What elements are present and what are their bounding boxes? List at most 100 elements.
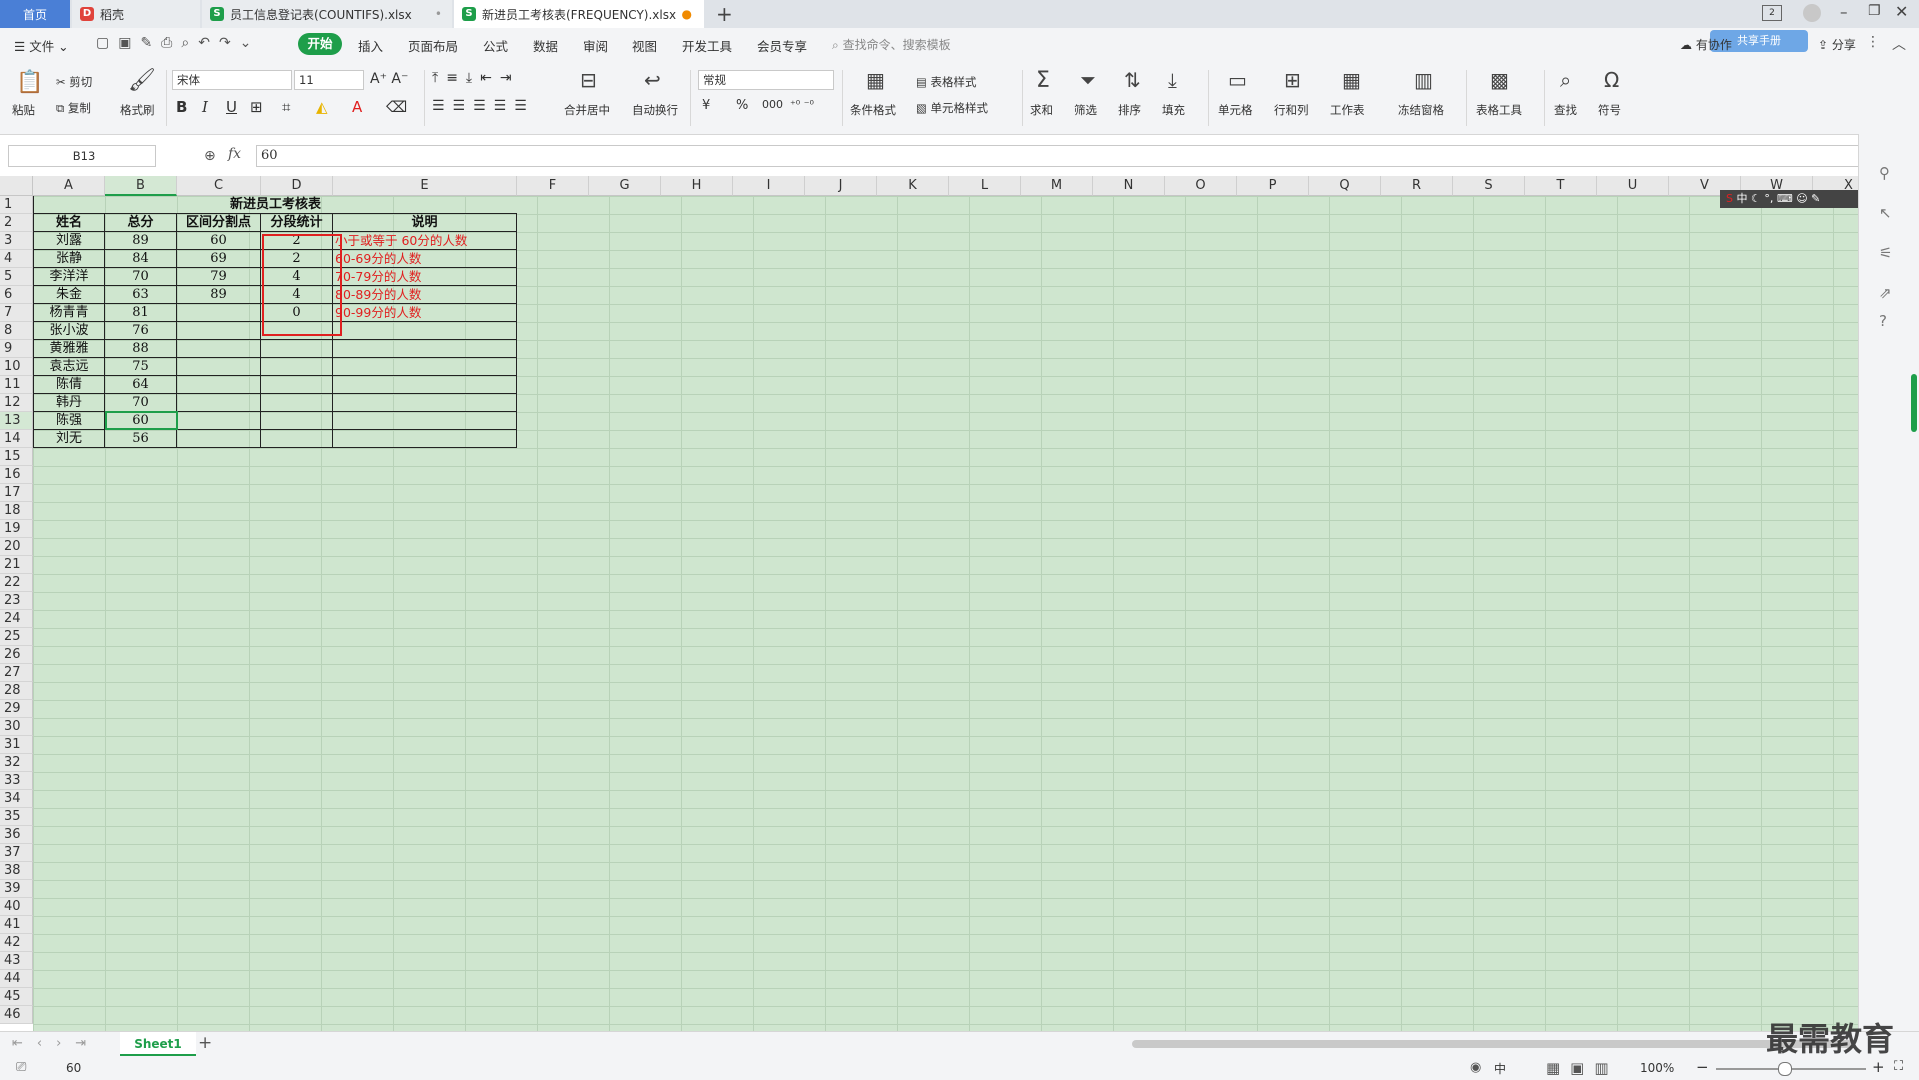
- close-window-icon[interactable]: ✕: [1895, 2, 1908, 21]
- row-col-icon[interactable]: ⊞: [1284, 68, 1301, 92]
- wrap-icon[interactable]: ↩: [644, 68, 661, 92]
- merge-icon[interactable]: ⊟: [580, 68, 597, 92]
- row-header[interactable]: 6: [0, 286, 33, 304]
- ime-status[interactable]: 中: [1494, 1060, 1506, 1077]
- freeze-panes-button[interactable]: 冻结窗格: [1398, 102, 1444, 118]
- row-header[interactable]: 23: [0, 592, 33, 610]
- help-icon[interactable]: ?: [1879, 312, 1887, 330]
- conditional-format-icon[interactable]: ▦: [866, 68, 885, 92]
- ime-toolbar[interactable]: S 中 ☾ °, ⌨ ☺ ✎: [1720, 190, 1858, 208]
- table-cell[interactable]: [333, 340, 517, 358]
- select-all-corner[interactable]: [0, 176, 33, 196]
- table-cell[interactable]: [261, 340, 333, 358]
- row-header[interactable]: 37: [0, 844, 33, 862]
- quick-access-toolbar[interactable]: ▢▣✎⎙⌕↶↷⌄: [96, 35, 260, 51]
- table-cell[interactable]: [177, 304, 261, 322]
- sheet-title[interactable]: 新进员工考核表: [33, 196, 517, 214]
- row-header[interactable]: 17: [0, 484, 33, 502]
- table-cell[interactable]: 杨青青: [33, 304, 105, 322]
- table-cell[interactable]: 90-99分的人数: [333, 304, 517, 322]
- add-sheet-icon[interactable]: +: [198, 1033, 212, 1053]
- table-cell[interactable]: [333, 394, 517, 412]
- column-header[interactable]: I: [733, 176, 805, 196]
- table-cell[interactable]: 88: [105, 340, 177, 358]
- underline-icon[interactable]: U: [226, 98, 237, 116]
- table-cell[interactable]: 陈倩: [33, 376, 105, 394]
- table-cell[interactable]: [261, 358, 333, 376]
- pin-icon[interactable]: ⚲: [1879, 164, 1890, 182]
- column-header[interactable]: T: [1525, 176, 1597, 196]
- sheet-tab[interactable]: Sheet1: [120, 1032, 196, 1056]
- font-grow-icon[interactable]: A⁺ A⁻: [370, 71, 408, 87]
- row-header[interactable]: 45: [0, 988, 33, 1006]
- table-header[interactable]: 说明: [333, 214, 517, 232]
- eye-icon[interactable]: ◉: [1470, 1060, 1481, 1075]
- tab-frequency-file[interactable]: S 新进员工考核表(FREQUENCY).xlsx ●: [454, 0, 704, 28]
- row-header[interactable]: 33: [0, 772, 33, 790]
- table-cell[interactable]: 4: [261, 268, 333, 286]
- wrap-text-button[interactable]: 自动换行: [632, 102, 678, 118]
- table-cell[interactable]: [261, 430, 333, 448]
- table-cell[interactable]: 79: [177, 268, 261, 286]
- table-cell[interactable]: [177, 340, 261, 358]
- menu-developer[interactable]: 开发工具: [682, 36, 732, 55]
- table-cell[interactable]: [177, 412, 261, 430]
- table-cell[interactable]: [177, 394, 261, 412]
- font-color-icon[interactable]: A: [352, 98, 362, 116]
- omega-icon[interactable]: Ω: [1604, 68, 1619, 92]
- column-header[interactable]: J: [805, 176, 877, 196]
- row-header[interactable]: 8: [0, 322, 33, 340]
- column-header[interactable]: G: [589, 176, 661, 196]
- table-cell[interactable]: 2: [261, 232, 333, 250]
- column-header[interactable]: U: [1597, 176, 1669, 196]
- table-cell[interactable]: [333, 430, 517, 448]
- row-header[interactable]: 35: [0, 808, 33, 826]
- cursor-icon[interactable]: ↖: [1879, 204, 1892, 222]
- sort-button[interactable]: 排序: [1118, 102, 1141, 118]
- column-header[interactable]: L: [949, 176, 1021, 196]
- font-name-select[interactable]: 宋体: [172, 70, 292, 90]
- window-count-icon[interactable]: 2: [1762, 5, 1782, 21]
- fill-color-icon[interactable]: ◭: [316, 98, 328, 116]
- row-header[interactable]: 26: [0, 646, 33, 664]
- horizontal-scrollbar[interactable]: [1132, 1040, 1852, 1048]
- table-tools-icon[interactable]: ▩: [1490, 68, 1509, 92]
- row-header[interactable]: 27: [0, 664, 33, 682]
- row-header[interactable]: 11: [0, 376, 33, 394]
- cut-button[interactable]: ✂ 剪切: [56, 74, 92, 90]
- function-icon[interactable]: fx: [228, 146, 241, 162]
- table-cell[interactable]: 75: [105, 358, 177, 376]
- row-header[interactable]: 43: [0, 952, 33, 970]
- table-style-button[interactable]: ▤ 表格样式: [916, 74, 977, 90]
- format-painter-button[interactable]: 格式刷: [120, 102, 155, 118]
- share-button[interactable]: ⇪ 分享: [1818, 36, 1856, 53]
- panel-scroll-indicator[interactable]: [1911, 374, 1917, 432]
- row-header[interactable]: 24: [0, 610, 33, 628]
- row-header[interactable]: 10: [0, 358, 33, 376]
- table-cell[interactable]: 89: [105, 232, 177, 250]
- row-header[interactable]: 15: [0, 448, 33, 466]
- column-header[interactable]: N: [1093, 176, 1165, 196]
- table-cell[interactable]: 60-69分的人数: [333, 250, 517, 268]
- symbol-button[interactable]: 符号: [1598, 102, 1621, 118]
- row-header[interactable]: 16: [0, 466, 33, 484]
- row-header[interactable]: 30: [0, 718, 33, 736]
- zoom-level[interactable]: 100%: [1640, 1061, 1674, 1075]
- table-cell[interactable]: [261, 394, 333, 412]
- row-header[interactable]: 9: [0, 340, 33, 358]
- row-header[interactable]: 1: [0, 196, 33, 214]
- row-header[interactable]: 44: [0, 970, 33, 988]
- column-header[interactable]: A: [33, 176, 105, 196]
- row-header[interactable]: 5: [0, 268, 33, 286]
- border-icon[interactable]: ⊞: [250, 98, 263, 116]
- find-icon[interactable]: ⌕: [1560, 68, 1571, 92]
- menu-member[interactable]: 会员专享: [757, 36, 807, 55]
- zoom-in-icon[interactable]: +: [1872, 1058, 1885, 1076]
- font-size-select[interactable]: 11: [294, 70, 364, 90]
- sum-button[interactable]: 求和: [1030, 102, 1053, 118]
- conditional-format-button[interactable]: 条件格式: [850, 102, 896, 118]
- table-cell[interactable]: 69: [177, 250, 261, 268]
- clear-icon[interactable]: ⌫: [386, 98, 407, 116]
- percent-button[interactable]: %: [736, 98, 748, 113]
- menu-review[interactable]: 审阅: [583, 36, 608, 55]
